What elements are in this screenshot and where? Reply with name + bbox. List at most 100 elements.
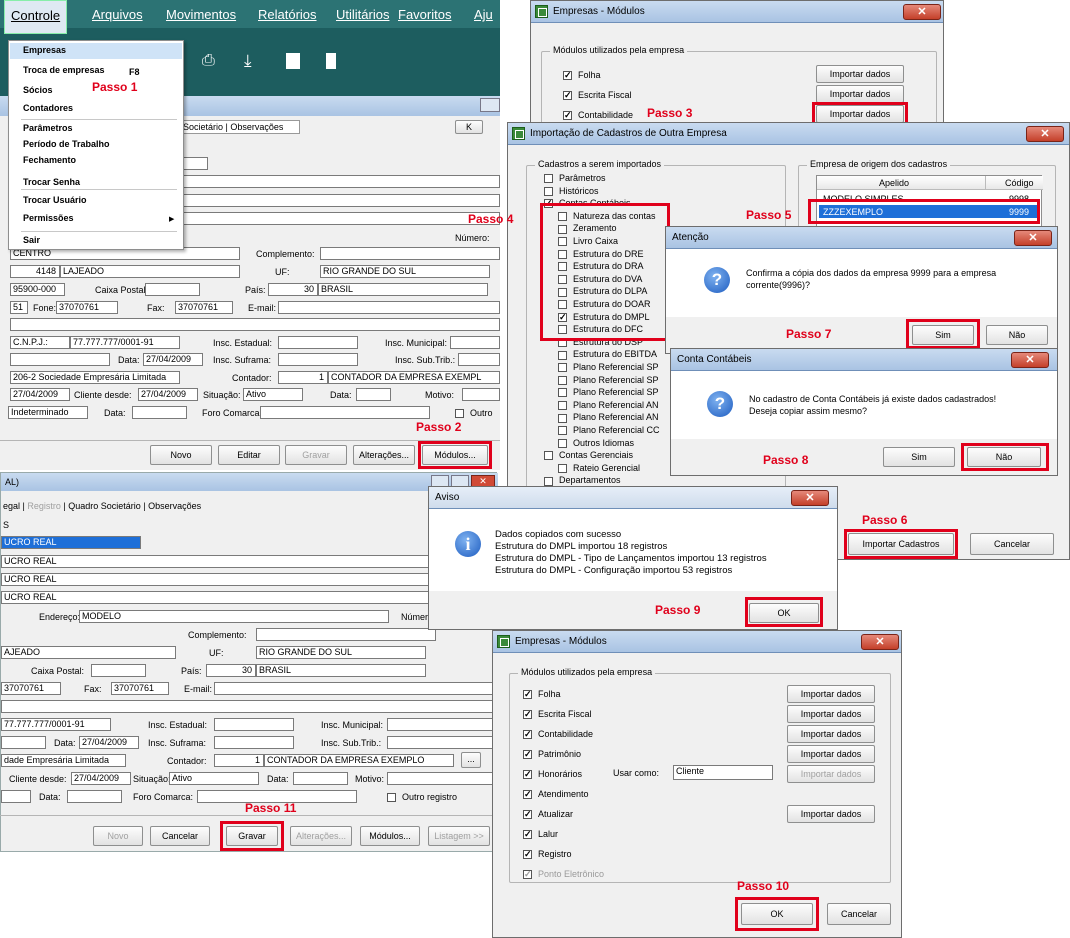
checkbox[interactable] bbox=[544, 476, 553, 486]
tree-item[interactable]: Estrutura do EBITDA bbox=[558, 349, 657, 360]
menu-item-2[interactable]: Sócios bbox=[23, 85, 53, 95]
importar-dados-button[interactable]: Importar dados bbox=[787, 745, 875, 763]
checkbox[interactable] bbox=[558, 438, 567, 448]
contador-field[interactable]: CONTADOR DA EMPRESA EXEMPL bbox=[328, 371, 500, 384]
cep-field[interactable]: 95900-000 bbox=[10, 283, 65, 296]
tab-quadro-societario[interactable]: Quadro Societário bbox=[68, 501, 141, 511]
inicio-field[interactable]: 27/04/2009 bbox=[10, 388, 70, 401]
tree-item[interactable]: Rateio Gerencial bbox=[558, 463, 640, 474]
modulo-checkbox[interactable]: ✓ Folha bbox=[523, 689, 561, 700]
menu-movimentos[interactable]: Movimentos bbox=[160, 0, 242, 34]
blank-field[interactable] bbox=[1, 700, 498, 713]
insc-municipal-field[interactable] bbox=[450, 336, 500, 349]
regime-field-2[interactable]: UCRO REAL bbox=[1, 555, 431, 568]
editar-button[interactable]: Editar bbox=[218, 445, 280, 465]
complemento-field[interactable] bbox=[256, 628, 436, 641]
menu-item-3[interactable]: Contadores bbox=[23, 103, 73, 113]
fax-field[interactable]: 37070761 bbox=[175, 301, 233, 314]
cidade-field[interactable]: LAJEADO bbox=[60, 265, 240, 278]
checkbox[interactable] bbox=[558, 375, 567, 385]
pais-code-field[interactable]: 30 bbox=[268, 283, 318, 296]
novo-button[interactable]: Novo bbox=[150, 445, 212, 465]
data-field-3[interactable] bbox=[67, 790, 122, 803]
tree-item[interactable]: Plano Referencial SP bbox=[558, 375, 659, 386]
close-icon[interactable]: ✕ bbox=[1014, 230, 1052, 246]
pais-code-field[interactable]: 30 bbox=[206, 664, 256, 677]
checkbox[interactable] bbox=[558, 350, 567, 360]
tab-registro[interactable]: Registro bbox=[27, 501, 61, 511]
insc-estadual-field[interactable] bbox=[214, 718, 294, 731]
cliente-desde-field[interactable]: 27/04/2009 bbox=[71, 772, 131, 785]
menu-utilitrios[interactable]: Utilitários bbox=[330, 0, 395, 34]
listagem-button[interactable]: Listagem >> bbox=[428, 826, 490, 846]
novo-button[interactable]: Novo bbox=[93, 826, 143, 846]
tree-item[interactable]: Contas Gerenciais bbox=[544, 450, 633, 461]
modulo-checkbox[interactable]: ✓ Atualizar bbox=[523, 809, 573, 820]
modulo-checkbox[interactable]: ✓ Registro bbox=[523, 849, 572, 860]
import-escrita-button[interactable]: Importar dados bbox=[816, 85, 904, 103]
situacao-field[interactable]: Ativo bbox=[169, 772, 259, 785]
modulo-checkbox[interactable]: ✓ Patrimônio bbox=[523, 749, 581, 760]
field-name[interactable] bbox=[180, 175, 500, 188]
data-field[interactable]: 27/04/2009 bbox=[79, 736, 139, 749]
blank-field2[interactable] bbox=[1, 736, 46, 749]
insc-subtrib-field[interactable] bbox=[387, 736, 498, 749]
cancelar-button[interactable]: Cancelar bbox=[150, 826, 210, 846]
col-codigo[interactable]: Código bbox=[1005, 177, 1034, 189]
checkbox[interactable] bbox=[544, 451, 553, 461]
close-icon[interactable]: ✕ bbox=[861, 634, 899, 650]
contador-code-field[interactable]: 1 bbox=[214, 754, 264, 767]
checkbox[interactable]: ✓ bbox=[523, 710, 532, 720]
contador-field[interactable]: CONTADOR DA EMPRESA EXEMPLO bbox=[264, 754, 454, 767]
situacao-field[interactable]: Ativo bbox=[243, 388, 303, 401]
tab-legal[interactable]: egal bbox=[3, 501, 20, 511]
close-icon[interactable]: ✕ bbox=[903, 4, 941, 20]
cidade-field[interactable]: AJEADO bbox=[1, 646, 176, 659]
menu-item-0[interactable]: Empresas bbox=[23, 45, 66, 55]
data-field-3[interactable] bbox=[132, 406, 187, 419]
motivo-field[interactable] bbox=[387, 772, 498, 785]
prazo-field[interactable]: Indeterminado bbox=[8, 406, 88, 419]
natureza-field[interactable]: 206-2 Sociedade Empresária Limitada bbox=[10, 371, 180, 384]
data-field[interactable]: 27/04/2009 bbox=[143, 353, 203, 366]
menu-item-4[interactable]: Parâmetros bbox=[23, 123, 73, 133]
cancelar-button[interactable]: Cancelar bbox=[970, 533, 1054, 555]
calculator-icon[interactable] bbox=[286, 53, 300, 69]
complemento-field[interactable] bbox=[320, 247, 500, 260]
menu-item-8[interactable]: Trocar Usuário bbox=[23, 195, 87, 205]
regime-field-3[interactable]: UCRO REAL bbox=[1, 573, 431, 586]
menu-item-6[interactable]: Fechamento bbox=[23, 155, 76, 165]
checkbox[interactable] bbox=[558, 363, 567, 373]
foro-field[interactable] bbox=[260, 406, 430, 419]
caixa-postal-field[interactable] bbox=[145, 283, 200, 296]
importar-dados-button[interactable]: Importar dados bbox=[787, 805, 875, 823]
contador-lookup-button[interactable]: ... bbox=[461, 752, 481, 768]
outro-checkbox[interactable]: Outro bbox=[455, 407, 493, 419]
tree-item[interactable]: Plano Referencial SP bbox=[558, 362, 659, 373]
import-folha-button[interactable]: Importar dados bbox=[816, 65, 904, 83]
tree-item[interactable]: Outros Idiomas bbox=[558, 438, 634, 449]
data-field-2[interactable] bbox=[293, 772, 348, 785]
insc-municipal-field[interactable] bbox=[387, 718, 498, 731]
book-icon[interactable] bbox=[326, 53, 336, 69]
menu-item-1[interactable]: Troca de empresas bbox=[23, 65, 105, 75]
checkbox[interactable]: ✓ bbox=[523, 730, 532, 740]
cancelar-button[interactable]: Cancelar bbox=[827, 903, 891, 925]
alteracoes-button[interactable]: Alterações... bbox=[290, 826, 352, 846]
menu-favoritos[interactable]: Favoritos bbox=[392, 0, 457, 34]
checkbox[interactable] bbox=[544, 186, 553, 196]
checkbox[interactable] bbox=[558, 413, 567, 423]
checkbox[interactable]: ✓ bbox=[523, 870, 532, 880]
folha-checkbox[interactable]: ✓ Folha bbox=[563, 69, 601, 81]
field-code[interactable] bbox=[180, 157, 208, 170]
usar-como-field[interactable]: Cliente bbox=[673, 765, 773, 780]
checkbox[interactable]: ✓ bbox=[523, 690, 532, 700]
menu-aju[interactable]: Aju bbox=[468, 0, 499, 34]
endereco-field[interactable]: MODELO bbox=[79, 610, 389, 623]
email-field[interactable] bbox=[214, 682, 498, 695]
importar-dados-button[interactable]: Importar dados bbox=[787, 765, 875, 783]
form-tabs[interactable]: Societário | Observações bbox=[180, 120, 300, 134]
close-icon[interactable]: ✕ bbox=[791, 490, 829, 506]
tree-item[interactable]: Parâmetros bbox=[544, 173, 606, 184]
outro-registro-checkbox[interactable]: Outro registro bbox=[387, 791, 457, 803]
